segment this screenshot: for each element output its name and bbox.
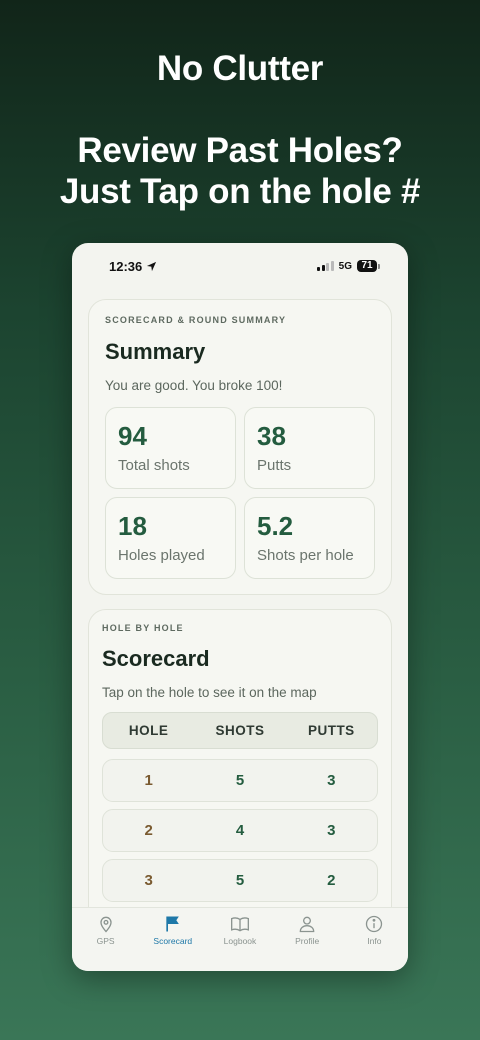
battery-level: 71 [357,260,377,272]
hole-row-2[interactable]: 2 4 3 [102,809,378,852]
stat-label: Total shots [118,457,190,474]
tab-bar: GPS Scorecard Logbook Profile Info [72,907,408,971]
tab-label: Info [367,936,382,946]
tab-label: Logbook [223,936,257,946]
location-arrow-icon [147,261,157,271]
promo-headline: No Clutter Review Past Holes? Just Tap o… [0,48,480,212]
hole-number: 2 [144,822,153,839]
hole-row-3[interactable]: 3 5 2 [102,859,378,902]
promo-line-1: No Clutter [156,49,324,88]
hole-shots: 4 [235,822,245,839]
column-header-shots: SHOTS [215,723,265,738]
book-icon [230,917,249,932]
stat-value: 5.2 [257,511,294,541]
signal-icon [317,261,334,271]
tab-scorecard[interactable]: Scorecard [139,914,206,971]
tab-gps[interactable]: GPS [72,914,139,971]
stat-label: Shots per hole [257,547,354,564]
stat-holes-played: 18 Holes played [105,497,236,579]
hole-number: 1 [144,772,153,789]
tab-label: Profile [295,936,320,946]
summary-title: Summary [105,339,206,364]
summary-card: SCORECARD & ROUND SUMMARY Summary You ar… [88,299,392,595]
promo-line-3: Just Tap on the hole # [59,172,421,211]
scorecard-header-row: HOLE SHOTS PUTTS [102,712,378,749]
stat-label: Putts [257,457,292,474]
scorecard-title: Scorecard [102,646,210,671]
scorecard-eyebrow: HOLE BY HOLE [102,623,184,633]
column-header-hole: HOLE [128,723,169,738]
stat-putts: 38 Putts [244,407,375,489]
tab-label: Scorecard [153,936,193,946]
stat-shots-per-hole: 5.2 Shots per hole [244,497,375,579]
hole-shots: 5 [235,872,245,889]
summary-subtitle: You are good. You broke 100! [105,378,283,393]
network-type: 5G [338,260,352,272]
person-icon [299,916,315,933]
scorecard-subtitle: Tap on the hole to see it on the map [102,685,317,700]
tab-profile[interactable]: Profile [274,914,341,971]
stats-grid: 94 Total shots 38 Putts 18 Holes played … [105,407,375,579]
battery-icon: 71 [357,260,380,272]
info-icon [366,915,383,933]
stat-value: 38 [257,421,286,451]
tab-logbook[interactable]: Logbook [206,914,273,971]
promo-line-2: Review Past Holes? [77,131,403,170]
status-bar: 12:36 5G 71 [72,243,408,289]
hole-putts: 3 [327,772,336,789]
stat-label: Holes played [118,547,205,564]
summary-eyebrow: SCORECARD & ROUND SUMMARY [105,315,287,325]
scorecard-card: HOLE BY HOLE Scorecard Tap on the hole t… [88,609,392,929]
column-header-putts: PUTTS [307,723,355,738]
map-pin-icon [99,916,112,933]
hole-putts: 3 [327,822,336,839]
hole-number: 3 [144,872,153,889]
tab-info[interactable]: Info [341,914,408,971]
stat-total-shots: 94 Total shots [105,407,236,489]
flag-icon [166,916,179,932]
hole-row-1[interactable]: 1 5 3 [102,759,378,802]
status-time: 12:36 [109,258,143,274]
stat-value: 18 [118,511,147,541]
phone-screen: 12:36 5G 71 SCORECARD & ROUND SUMMARY Su… [72,243,408,971]
scorecard-rows: 1 5 3 2 4 3 3 5 2 [102,759,378,902]
hole-shots: 5 [235,772,245,789]
hole-putts: 2 [327,872,336,889]
tab-label: GPS [96,936,115,946]
stat-value: 94 [118,421,147,451]
